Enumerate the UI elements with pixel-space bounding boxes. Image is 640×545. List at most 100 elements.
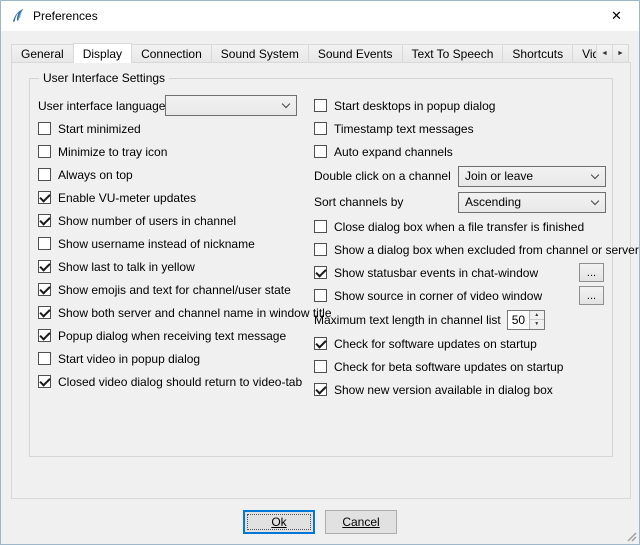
- checkbox-label: Close dialog box when a file transfer is…: [334, 220, 584, 234]
- window-title: Preferences: [33, 9, 594, 23]
- tab[interactable]: Connection: [131, 44, 212, 63]
- left-checkbox-list: Start minimized Minimize to tray icon Al…: [38, 117, 310, 393]
- checkbox-row[interactable]: Check for beta software updates on start…: [314, 355, 606, 378]
- tab[interactable]: Text To Speech: [402, 44, 504, 63]
- checkbox[interactable]: [314, 360, 327, 373]
- group-title: User Interface Settings: [39, 71, 169, 85]
- checkbox-row[interactable]: Auto expand channels: [314, 140, 606, 163]
- checkbox[interactable]: [314, 122, 327, 135]
- titlebar: Preferences ✕: [1, 1, 639, 31]
- checkbox-row[interactable]: Show both server and channel name in win…: [38, 301, 310, 324]
- tab-label: Sound Events: [318, 47, 393, 61]
- checkbox-label: Popup dialog when receiving text message: [58, 329, 286, 343]
- checkbox-label: Minimize to tray icon: [58, 145, 167, 159]
- checkbox-row[interactable]: Start minimized: [38, 117, 310, 140]
- cancel-button[interactable]: Cancel: [325, 510, 397, 534]
- chevron-down-icon: [282, 100, 290, 108]
- checkbox[interactable]: [38, 145, 51, 158]
- checkbox-label: Start video in popup dialog: [58, 352, 200, 366]
- checkbox-row[interactable]: Show source in corner of video window ..…: [314, 284, 606, 307]
- checkbox-row[interactable]: Start desktops in popup dialog: [314, 94, 606, 117]
- checkbox[interactable]: [314, 337, 327, 350]
- tab[interactable]: General: [11, 44, 74, 63]
- tab[interactable]: Display: [73, 43, 132, 63]
- checkbox[interactable]: [38, 375, 51, 388]
- tab[interactable]: Sound System: [211, 44, 309, 63]
- tab-scroll-left-button[interactable]: ◄: [596, 44, 613, 63]
- checkbox[interactable]: [38, 260, 51, 273]
- double-click-dropdown[interactable]: Join or leave: [458, 166, 606, 187]
- checkbox-row[interactable]: Minimize to tray icon: [38, 140, 310, 163]
- spin-up-button[interactable]: ▲: [530, 311, 544, 321]
- checkbox-label: Timestamp text messages: [334, 122, 474, 136]
- close-button[interactable]: ✕: [594, 1, 639, 31]
- sort-channels-value: Ascending: [465, 195, 521, 209]
- checkbox[interactable]: [38, 237, 51, 250]
- checkbox[interactable]: [38, 168, 51, 181]
- language-row: User interface language: [38, 94, 310, 117]
- checkbox[interactable]: [314, 220, 327, 233]
- spin-down-button[interactable]: ▼: [530, 320, 544, 329]
- tab-pane: User Interface Settings User interface l…: [11, 62, 631, 499]
- app-icon: [10, 8, 26, 24]
- checkbox[interactable]: [38, 352, 51, 365]
- double-click-value: Join or leave: [465, 169, 533, 183]
- ok-button[interactable]: Ok: [243, 510, 315, 534]
- checkbox[interactable]: [314, 383, 327, 396]
- checkbox[interactable]: [314, 145, 327, 158]
- close-icon: ✕: [611, 8, 622, 24]
- checkbox-row[interactable]: Popup dialog when receiving text message: [38, 324, 310, 347]
- resize-grip[interactable]: [624, 529, 637, 542]
- checkbox-label: Auto expand channels: [334, 145, 453, 159]
- sort-channels-dropdown[interactable]: Ascending: [458, 192, 606, 213]
- checkbox-label: Check for software updates on startup: [334, 337, 537, 351]
- max-text-length-row: Maximum text length in channel list 50 ▲…: [314, 307, 606, 332]
- more-button[interactable]: ...: [579, 286, 604, 305]
- checkbox-row[interactable]: Show emojis and text for channel/user st…: [38, 278, 310, 301]
- checkbox-label: Show emojis and text for channel/user st…: [58, 283, 291, 297]
- tab-label: General: [21, 47, 64, 61]
- checkbox-label: Closed video dialog should return to vid…: [58, 375, 302, 389]
- language-dropdown[interactable]: [165, 95, 297, 116]
- more-button[interactable]: ...: [579, 263, 604, 282]
- double-click-label: Double click on a channel: [314, 169, 451, 183]
- tab-label: Text To Speech: [412, 47, 494, 61]
- checkbox-row[interactable]: Enable VU-meter updates: [38, 186, 310, 209]
- checkbox-label: Show source in corner of video window: [334, 289, 542, 303]
- checkbox-row[interactable]: Start video in popup dialog: [38, 347, 310, 370]
- ok-button-label: Ok: [271, 515, 286, 529]
- checkbox[interactable]: [38, 122, 51, 135]
- tab-scroll-right-button[interactable]: ►: [612, 44, 629, 63]
- checkbox-row[interactable]: Close dialog box when a file transfer is…: [314, 215, 606, 238]
- user-interface-settings-group: User Interface Settings User interface l…: [29, 78, 613, 457]
- checkbox-row[interactable]: Show new version available in dialog box: [314, 378, 606, 401]
- checkbox-row[interactable]: Show username instead of nickname: [38, 232, 310, 255]
- checkbox[interactable]: [314, 243, 327, 256]
- checkbox-row[interactable]: Show number of users in channel: [38, 209, 310, 232]
- checkbox-label: Show number of users in channel: [58, 214, 236, 228]
- tab-label: Sound System: [221, 47, 299, 61]
- checkbox[interactable]: [38, 329, 51, 342]
- checkbox[interactable]: [314, 99, 327, 112]
- double-click-row: Double click on a channel Join or leave: [314, 163, 606, 189]
- checkbox-row[interactable]: Show last to talk in yellow: [38, 255, 310, 278]
- checkbox[interactable]: [38, 214, 51, 227]
- max-text-length-spinner[interactable]: 50 ▲ ▼: [507, 310, 545, 330]
- right-checkbox-list-mid: Close dialog box when a file transfer is…: [314, 215, 606, 307]
- checkbox-row[interactable]: Closed video dialog should return to vid…: [38, 370, 310, 393]
- arrow-right-icon: ►: [617, 50, 624, 57]
- checkbox[interactable]: [38, 306, 51, 319]
- checkbox-row[interactable]: Show a dialog box when excluded from cha…: [314, 238, 606, 261]
- checkbox-label: Show a dialog box when excluded from cha…: [334, 243, 639, 257]
- checkbox-row[interactable]: Check for software updates on startup: [314, 332, 606, 355]
- checkbox-label: Check for beta software updates on start…: [334, 360, 563, 374]
- tab[interactable]: Sound Events: [308, 44, 403, 63]
- checkbox[interactable]: [38, 283, 51, 296]
- checkbox-row[interactable]: Always on top: [38, 163, 310, 186]
- checkbox[interactable]: [314, 289, 327, 302]
- checkbox[interactable]: [38, 191, 51, 204]
- checkbox-row[interactable]: Timestamp text messages: [314, 117, 606, 140]
- tab[interactable]: Shortcuts: [502, 44, 573, 63]
- checkbox[interactable]: [314, 266, 327, 279]
- checkbox-row[interactable]: Show statusbar events in chat-window ...: [314, 261, 606, 284]
